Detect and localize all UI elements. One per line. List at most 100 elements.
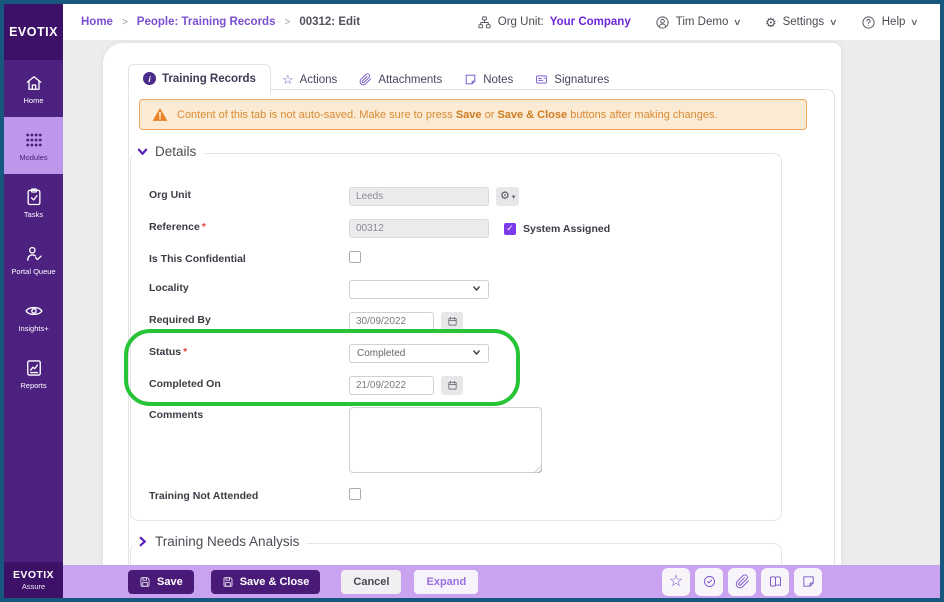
chevron-right-icon xyxy=(137,536,148,547)
chevron-down-icon: ∨ xyxy=(829,17,838,28)
warning-text: Content of this tab is not auto-saved. M… xyxy=(177,109,718,121)
help-menu[interactable]: Help ∨ xyxy=(861,15,918,30)
gear-icon: ⚙ xyxy=(500,191,510,202)
save-and-close-button[interactable]: Save & Close xyxy=(211,570,321,594)
system-assigned-label: System Assigned xyxy=(523,223,610,235)
notes-button[interactable] xyxy=(794,568,822,596)
sidebar-item-reports[interactable]: Reports xyxy=(4,345,63,402)
locality-field-label: Locality xyxy=(149,282,189,294)
cancel-button[interactable]: Cancel xyxy=(341,570,401,594)
save-button[interactable]: Save xyxy=(128,570,194,594)
breadcrumb: Home > People: Training Records > 00312:… xyxy=(81,16,360,28)
sidebar-item-tasks[interactable]: Tasks xyxy=(4,174,63,231)
check-icon: ✓ xyxy=(506,224,514,233)
help-label: Help xyxy=(882,16,906,28)
sidebar-item-label: Modules xyxy=(19,153,47,162)
sidebar-item-label: Home xyxy=(23,96,43,105)
app-window: EVOTIX Home Modules Tasks Port xyxy=(0,0,944,602)
expand-button[interactable]: Expand xyxy=(414,570,478,594)
tna-title: Training Needs Analysis xyxy=(155,534,299,549)
required-asterisk: * xyxy=(183,346,187,358)
status-select-value: Completed xyxy=(357,348,405,359)
star-icon: ☆ xyxy=(669,574,683,590)
tab-label: Signatures xyxy=(554,74,609,86)
chevron-down-icon: ∨ xyxy=(910,17,919,28)
caret-down-icon: ▾ xyxy=(512,193,516,201)
footer-action-bar: Save Save & Close Cancel Expand ☆ xyxy=(63,565,940,598)
user-menu[interactable]: Tim Demo ∨ xyxy=(655,15,741,30)
calendar-icon xyxy=(447,380,458,391)
org-unit-field-label: Org Unit xyxy=(149,189,191,201)
tab-notes[interactable]: Notes xyxy=(453,66,524,94)
portal-queue-person-icon xyxy=(24,244,44,264)
breadcrumb-separator: > xyxy=(284,17,290,28)
details-section: Details Org Unit ⚙ ▾ Reference* ✓ xyxy=(130,153,782,521)
chevron-down-icon xyxy=(137,146,148,157)
save-disk-icon xyxy=(222,576,234,588)
completed-on-date-input[interactable] xyxy=(349,376,434,395)
required-by-calendar-button[interactable] xyxy=(441,312,463,331)
details-title: Details xyxy=(155,144,196,159)
library-button[interactable] xyxy=(761,568,789,596)
completed-on-field-label: Completed On xyxy=(149,378,221,390)
required-by-date-input[interactable] xyxy=(349,312,434,331)
settings-menu[interactable]: ⚙ Settings ∨ xyxy=(765,16,837,29)
breadcrumb-training-records[interactable]: People: Training Records xyxy=(137,16,276,28)
chevron-down-icon: ∨ xyxy=(733,17,742,28)
reference-field-label: Reference* xyxy=(149,221,206,233)
tab-training-records[interactable]: i Training Records xyxy=(128,64,271,95)
org-unit-selector[interactable]: Org Unit: Your Company xyxy=(477,15,631,30)
reports-chart-icon xyxy=(24,358,44,378)
home-icon xyxy=(24,73,44,93)
app-content: EVOTIX Home Modules Tasks Port xyxy=(4,4,940,598)
tab-signatures[interactable]: Signatures xyxy=(524,66,620,94)
confidential-field-label: Is This Confidential xyxy=(149,253,246,265)
badge-check-button[interactable] xyxy=(695,568,723,596)
not-attended-checkbox[interactable] xyxy=(349,488,361,500)
status-select[interactable]: Completed xyxy=(349,344,489,363)
signatures-icon xyxy=(535,73,548,86)
system-assigned-checkbox[interactable]: ✓ xyxy=(504,223,516,235)
settings-label: Settings xyxy=(783,16,825,28)
sidebar-item-insights[interactable]: Insights+ xyxy=(4,288,63,345)
evotix-logo[interactable]: EVOTIX xyxy=(4,4,63,60)
breadcrumb-home[interactable]: Home xyxy=(81,16,113,28)
not-attended-field-label: Training Not Attended xyxy=(149,490,258,502)
sidebar-item-label: Reports xyxy=(20,381,46,390)
modules-grid-icon xyxy=(24,130,44,150)
comments-textarea[interactable] xyxy=(349,407,542,473)
sidebar-item-portal-queue[interactable]: Portal Queue xyxy=(4,231,63,288)
status-field-label: Status* xyxy=(149,346,187,358)
breadcrumb-separator: > xyxy=(122,17,128,28)
top-header: Home > People: Training Records > 00312:… xyxy=(63,4,940,40)
tab-label: Notes xyxy=(483,74,513,86)
paperclip-icon xyxy=(359,73,372,86)
tab-actions[interactable]: ☆ Actions xyxy=(271,66,348,94)
tab-attachments[interactable]: Attachments xyxy=(348,66,453,94)
calendar-icon xyxy=(447,316,458,327)
favorite-button[interactable]: ☆ xyxy=(662,568,690,596)
org-chart-icon xyxy=(477,15,492,30)
tab-label: Attachments xyxy=(378,74,442,86)
reference-input xyxy=(349,219,489,238)
attachments-button[interactable] xyxy=(728,568,756,596)
tab-label: Training Records xyxy=(162,73,256,85)
tasks-clipboard-icon xyxy=(24,187,44,207)
footer-icon-toolbar: ☆ xyxy=(662,568,822,596)
confidential-checkbox[interactable] xyxy=(349,251,361,263)
user-avatar-icon xyxy=(655,15,670,30)
sidebar-item-label: Tasks xyxy=(24,210,43,219)
locality-select[interactable] xyxy=(349,280,489,299)
badge-check-icon xyxy=(702,574,717,589)
sidebar-item-home[interactable]: Home xyxy=(4,60,63,117)
tna-section-toggle[interactable]: Training Needs Analysis xyxy=(133,534,307,549)
sidebar-item-modules[interactable]: Modules xyxy=(4,117,63,174)
book-icon xyxy=(768,574,783,589)
required-asterisk: * xyxy=(202,221,206,233)
completed-on-calendar-button[interactable] xyxy=(441,376,463,395)
sidebar-item-label: Insights+ xyxy=(18,324,48,333)
details-section-toggle[interactable]: Details xyxy=(133,144,204,159)
insights-eye-icon xyxy=(24,301,44,321)
tab-label: Actions xyxy=(300,74,338,86)
org-unit-gear-button[interactable]: ⚙ ▾ xyxy=(496,187,519,206)
